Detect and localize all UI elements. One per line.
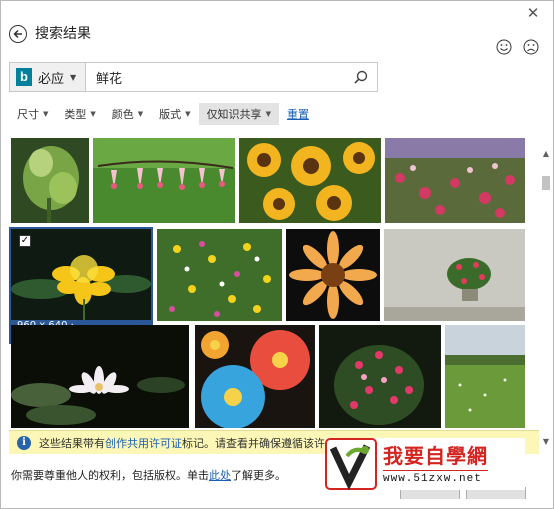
filter-size[interactable]: 尺寸 ▼ — [9, 103, 56, 125]
filter-bar: 尺寸 ▼ 类型 ▼ 颜色 ▼ 版式 ▼ 仅知识共享 ▼ 重置 — [9, 103, 317, 125]
chevron-down-icon: ▼ — [90, 110, 96, 118]
filter-creative-commons[interactable]: 仅知识共享 ▼ — [198, 103, 279, 125]
filter-label: 颜色 — [111, 108, 134, 121]
image-result[interactable] — [195, 325, 315, 428]
sunflowers-image — [239, 138, 381, 223]
potted-flowers-wall-image — [384, 229, 525, 321]
close-button[interactable]: ✕ — [525, 5, 541, 21]
filter-label: 版式 — [159, 108, 182, 121]
creative-commons-link[interactable]: 创作共用许可证 — [105, 435, 182, 451]
flower-field-image — [385, 138, 525, 223]
image-result[interactable] — [11, 138, 89, 223]
smile-icon[interactable] — [496, 39, 512, 55]
search-input[interactable] — [86, 63, 345, 91]
reset-filters-link[interactable]: 重置 — [279, 103, 317, 125]
search-results-dialog: ✕ 搜索结果 b 必应 ▼ 尺寸 ▼ — [0, 0, 554, 509]
watermark-url: www.51zxw.net — [383, 469, 488, 485]
bleeding-heart-image — [93, 138, 235, 223]
search-engine-label: 必应 — [38, 71, 65, 87]
filter-label: 仅知识共享 — [206, 108, 262, 121]
scroll-up-icon[interactable]: ▲ — [539, 146, 553, 160]
search-engine-dropdown[interactable]: b 必应 ▼ — [10, 63, 86, 91]
search-bar: b 必应 ▼ — [9, 62, 378, 92]
image-result[interactable] — [445, 325, 525, 428]
watermark: 我要自學網 www.51zxw.net — [325, 438, 525, 490]
chevron-down-icon: ▼ — [265, 110, 271, 118]
image-result[interactable] — [319, 325, 441, 428]
copyright-notice: 你需要尊重他人的权利，包括版权。单击此处了解更多。 — [11, 467, 286, 483]
back-arrow-icon — [13, 29, 22, 39]
image-result[interactable] — [384, 229, 525, 321]
filter-label: 类型 — [64, 108, 87, 121]
image-result[interactable] — [11, 325, 189, 428]
info-icon: i — [17, 435, 31, 450]
search-icon — [354, 70, 368, 84]
image-result[interactable] — [157, 229, 282, 321]
filter-layout[interactable]: 版式 ▼ — [151, 103, 198, 125]
image-result[interactable] — [239, 138, 381, 223]
green-field-image — [445, 325, 525, 428]
vertical-scrollbar[interactable]: ▲ ▼ — [539, 136, 553, 448]
white-lotus-image — [11, 325, 189, 428]
green-flower-buds-image — [11, 138, 89, 223]
wildflower-meadow-image — [157, 229, 282, 321]
chevron-down-icon: ▼ — [70, 72, 77, 82]
learn-more-link[interactable]: 此处 — [209, 469, 231, 482]
filter-label: 尺寸 — [17, 108, 39, 121]
filter-color[interactable]: 颜色 ▼ — [104, 103, 151, 125]
image-result[interactable] — [286, 229, 380, 321]
search-button[interactable] — [345, 63, 377, 91]
info-text-after: 标记。请查看并确保遵循该许可 — [182, 436, 336, 450]
scroll-down-icon[interactable]: ▼ — [539, 434, 553, 448]
image-result[interactable] — [385, 138, 525, 223]
orange-gerbera-image — [286, 229, 380, 321]
chevron-down-icon: ▼ — [43, 110, 49, 118]
filter-type[interactable]: 类型 ▼ — [56, 103, 103, 125]
bing-logo-icon: b — [16, 68, 32, 86]
image-results-grid: ✓ 960 x 640 · cdn.pixaba... — [9, 136, 533, 428]
frown-icon[interactable] — [523, 39, 539, 55]
footer-text-before: 你需要尊重他人的权利，包括版权。单击 — [11, 469, 209, 482]
footer-text-after: 了解更多。 — [231, 469, 286, 482]
colorful-daisies-image — [195, 325, 315, 428]
chevron-down-icon: ▼ — [185, 110, 191, 118]
scroll-thumb[interactable] — [542, 176, 550, 190]
dialog-title: 搜索结果 — [35, 26, 91, 42]
watermark-cn: 我要自學網 — [383, 443, 488, 468]
back-button[interactable] — [9, 25, 27, 43]
info-text-before: 这些结果带有 — [39, 436, 105, 450]
chevron-down-icon: ▼ — [137, 110, 144, 118]
red-flowering-shrub-image — [319, 325, 441, 428]
watermark-text: 我要自學網 www.51zxw.net — [383, 444, 488, 485]
selection-checkbox[interactable]: ✓ — [19, 235, 31, 247]
watermark-logo-icon — [325, 438, 377, 490]
image-result[interactable] — [93, 138, 235, 223]
